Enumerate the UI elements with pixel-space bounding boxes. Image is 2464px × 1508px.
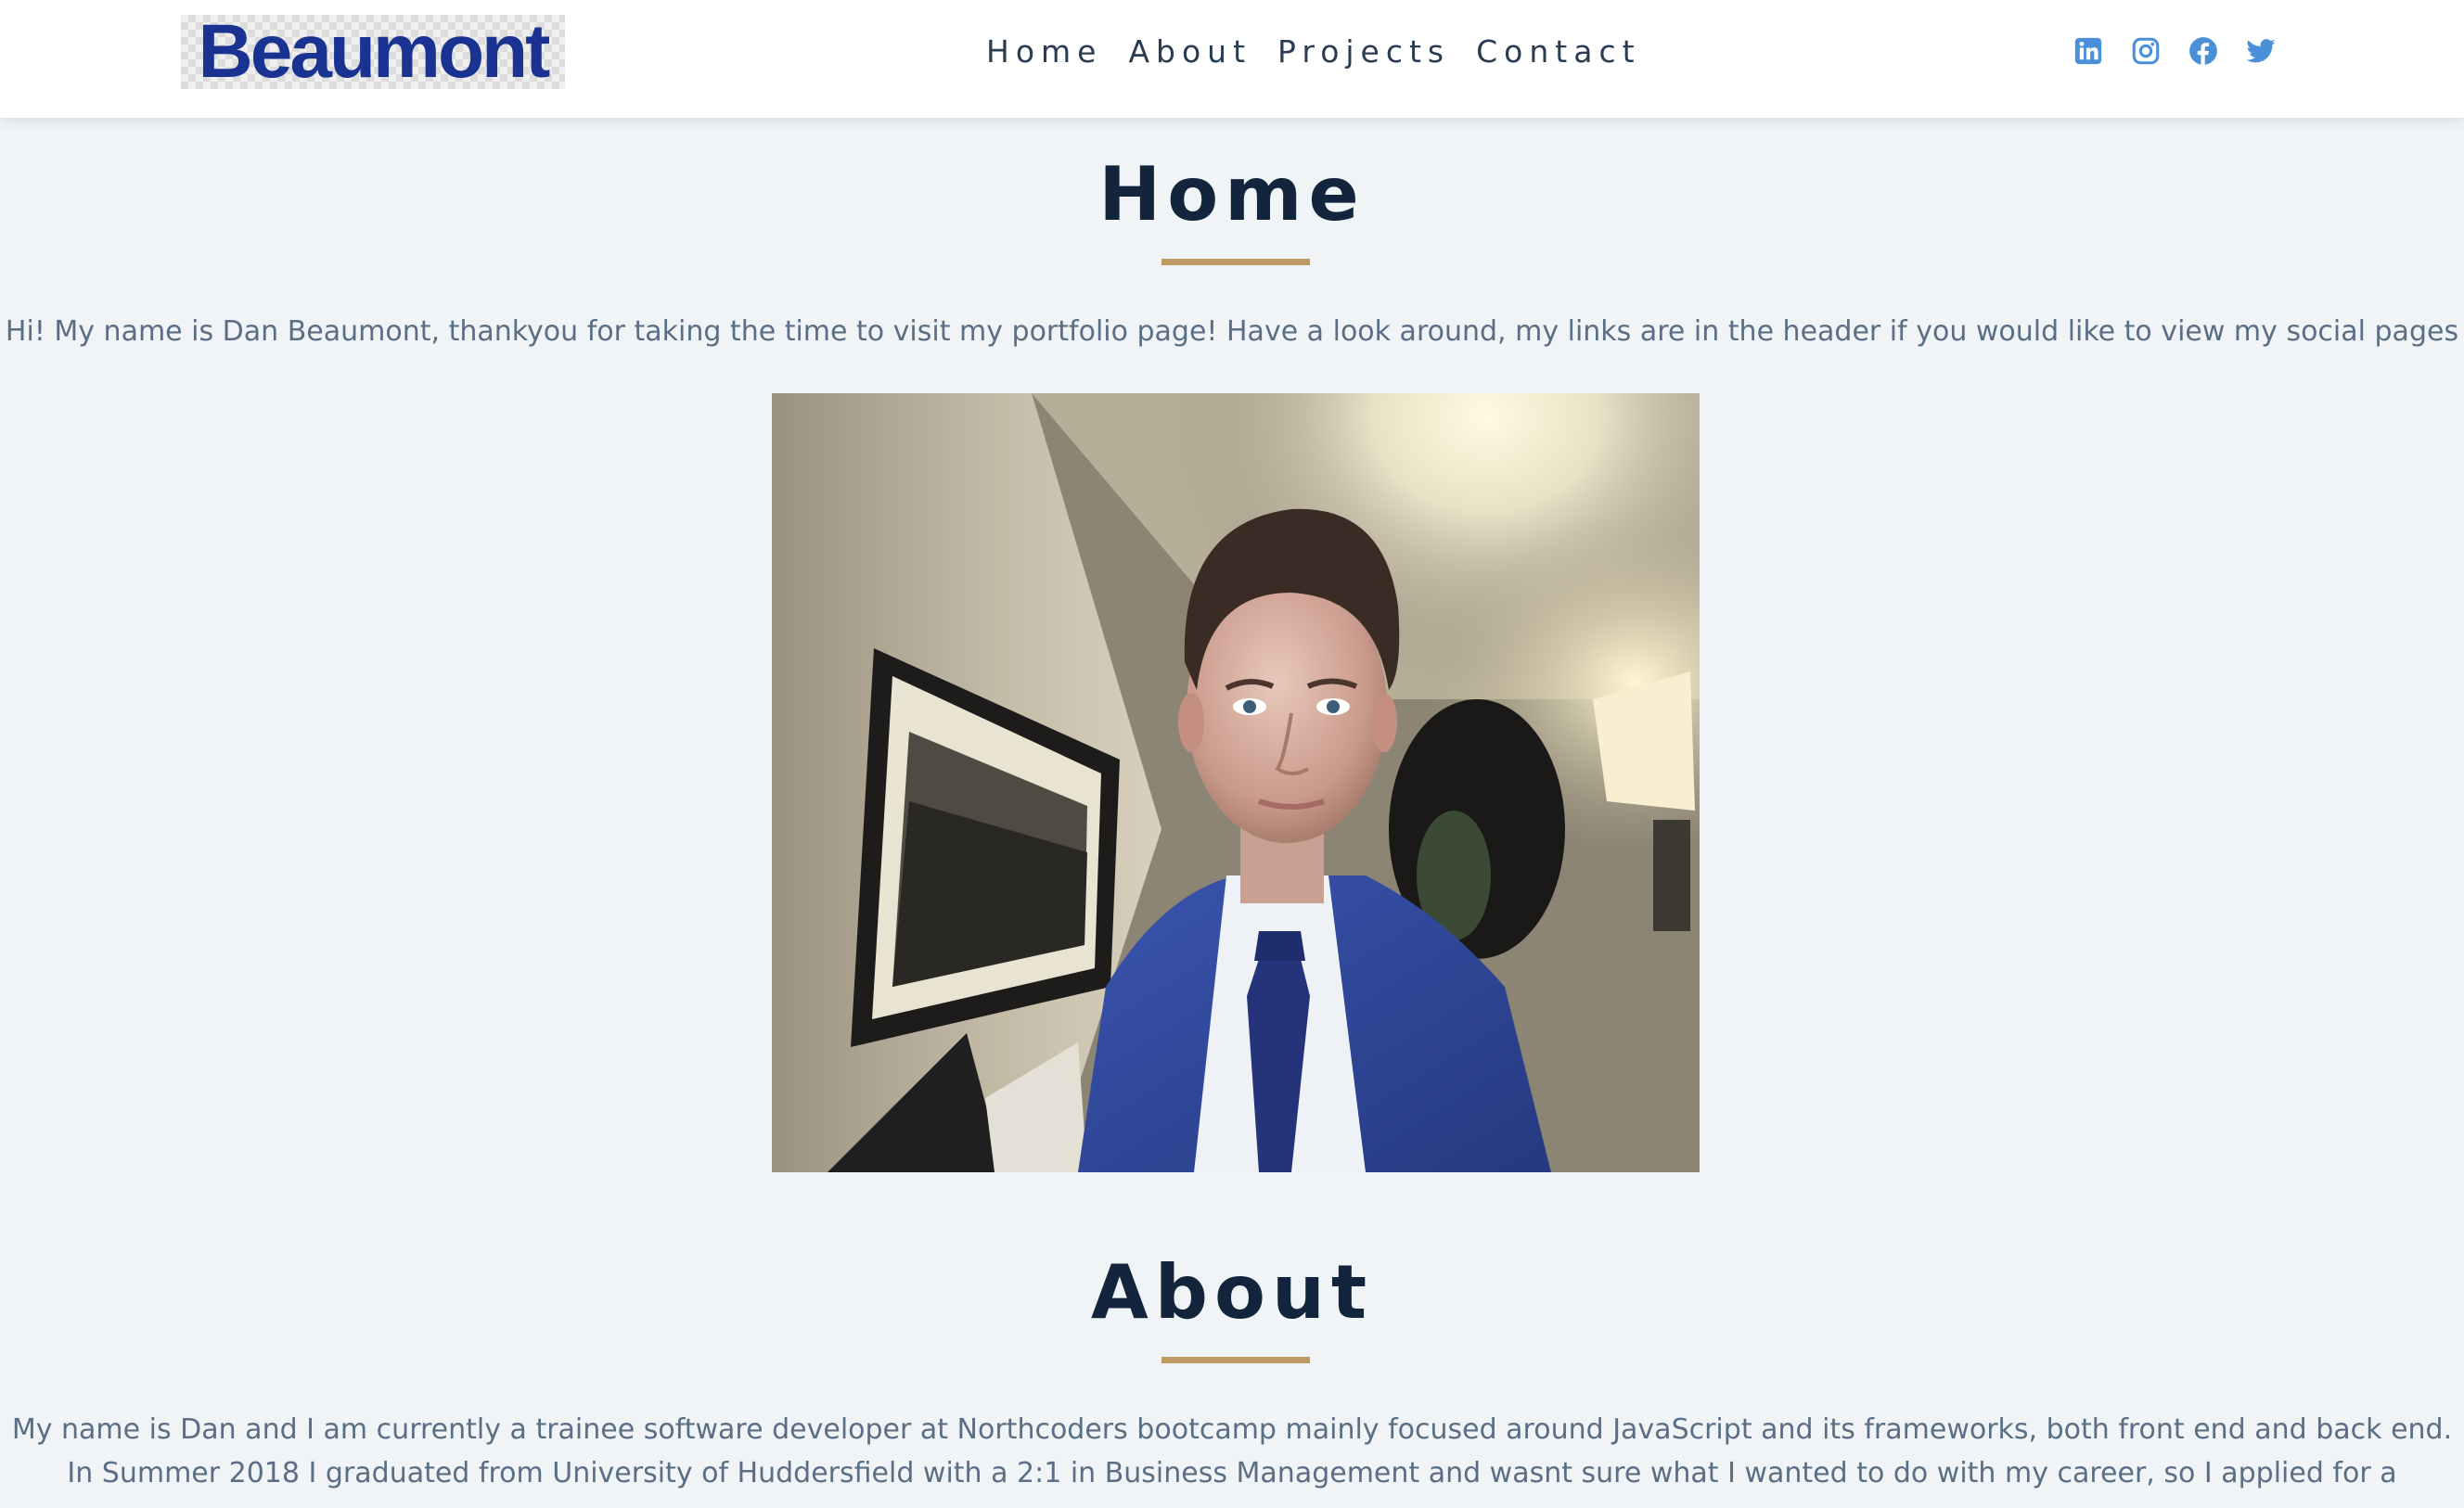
home-title: Home <box>1098 151 1366 237</box>
about-title-underline <box>1161 1357 1310 1363</box>
profile-photo <box>772 393 1700 1172</box>
home-title-underline <box>1161 259 1310 265</box>
social-links <box>2073 35 2277 67</box>
home-intro-text: Hi! My name is Dan Beaumont, thankyou fo… <box>5 315 2459 348</box>
nav-link-contact[interactable]: Contact <box>1476 30 1640 74</box>
site-header: Beaumont Home About Projects Contact <box>0 0 2464 118</box>
instagram-icon[interactable] <box>2130 35 2162 67</box>
logo[interactable]: Beaumont <box>181 9 565 94</box>
about-text-line-2: In Summer 2018 I graduated from Universi… <box>67 1457 2397 1489</box>
facebook-icon[interactable] <box>2188 35 2219 67</box>
linkedin-icon[interactable] <box>2073 35 2104 67</box>
main-nav: Home About Projects Contact <box>986 30 1641 74</box>
nav-link-projects[interactable]: Projects <box>1277 30 1450 74</box>
about-text-line-1: My name is Dan and I am currently a trai… <box>11 1413 2453 1446</box>
profile-photo-illustration <box>772 393 1700 1172</box>
twitter-icon[interactable] <box>2245 35 2277 67</box>
nav-link-home[interactable]: Home <box>986 30 1102 74</box>
about-title: About <box>1090 1249 1374 1335</box>
logo-text: Beaumont <box>198 9 551 94</box>
nav-link-about[interactable]: About <box>1128 30 1251 74</box>
